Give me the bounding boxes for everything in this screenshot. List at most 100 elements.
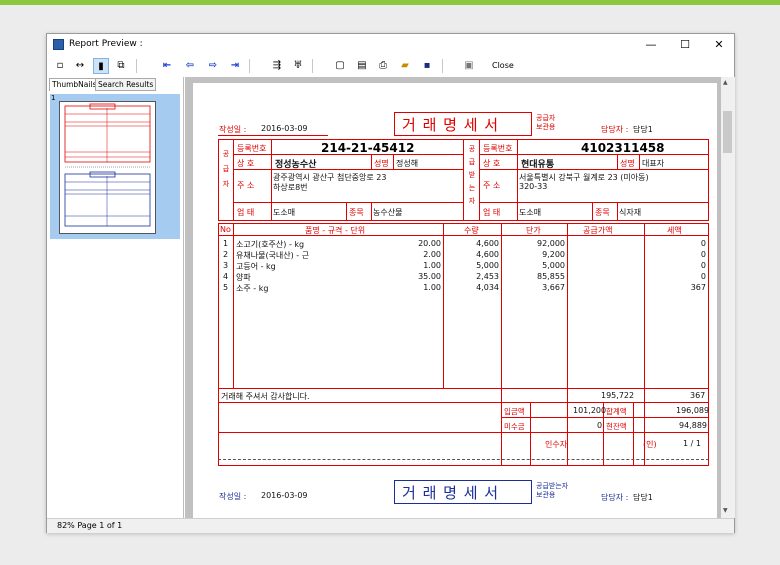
- invoice-title-copy2: 거 래 명 세 서: [402, 484, 500, 502]
- row-tax: 0: [700, 239, 706, 248]
- supplier-addr-label: 주 소: [237, 181, 255, 190]
- thumbnail-item[interactable]: 1: [50, 94, 180, 239]
- row-qty: 1.00: [423, 283, 441, 292]
- thanks-text: 거래해 주셔서 감사합니다.: [221, 392, 310, 401]
- first-page-icon[interactable]: ⇤: [159, 58, 175, 74]
- supplier-addr-line2: 하상로8번: [273, 183, 308, 192]
- row-tax: 367: [690, 283, 706, 292]
- supplier-item-label: 종목: [349, 208, 364, 217]
- maximize-button[interactable]: ☐: [668, 34, 702, 56]
- buyer-item-value: 식자재: [619, 208, 642, 217]
- cut-line: [218, 459, 709, 460]
- row-price: 4,600: [476, 250, 499, 259]
- sum-value: 196,089: [676, 406, 710, 415]
- status-bar: 82% Page 1 of 1: [47, 518, 734, 533]
- zoom-icon[interactable]: ↔: [72, 58, 88, 74]
- buyer-rep-value: 대표자: [642, 159, 665, 168]
- thumbnails-toggle-icon[interactable]: ▮: [93, 58, 109, 74]
- total-tax: 367: [690, 391, 706, 400]
- supplier-name-label: 상 호: [237, 159, 255, 168]
- row-qty: 2.00: [423, 250, 441, 259]
- supplier-rep-value: 정성해: [396, 159, 419, 168]
- row-supply: 85,855: [537, 272, 565, 281]
- row-qty: 20.00: [418, 239, 441, 248]
- window-title: Report Preview :: [69, 39, 143, 49]
- manager-label-copy2: 담당자 :: [601, 493, 629, 502]
- buyer-rep-label: 성명: [620, 159, 635, 168]
- print-icon[interactable]: ⎙: [375, 58, 391, 74]
- buyer-name-value: 현대유통: [521, 160, 555, 170]
- date-label-copy2: 작성일 :: [219, 492, 247, 501]
- row-price: 4,600: [476, 239, 499, 248]
- multi-page-icon[interactable]: ⧉: [113, 58, 129, 74]
- title-bar: Report Preview : — ☐ ✕: [47, 34, 734, 56]
- buyer-reg-label: 등록번호: [483, 144, 513, 153]
- col-price: 단가: [526, 226, 541, 235]
- manager-value-copy2: 담당1: [633, 493, 653, 502]
- row-price: 5,000: [476, 261, 499, 270]
- total-supply: 195,722: [601, 391, 635, 400]
- top-accent-bar: [0, 0, 780, 5]
- col-no: No: [220, 225, 231, 234]
- date-value: 2016-03-09: [261, 124, 308, 133]
- seal-label: (인): [643, 440, 657, 449]
- balance-value: 94,889: [679, 421, 707, 430]
- previous-page-icon[interactable]: ⇦: [182, 58, 198, 74]
- row-name: 소주 - kg: [236, 284, 269, 293]
- single-page-icon[interactable]: ▫: [52, 58, 68, 74]
- tab-search-results[interactable]: Search Results: [95, 78, 157, 91]
- last-page-icon[interactable]: ⇥: [227, 58, 243, 74]
- find-icon[interactable]: ♅: [290, 58, 306, 74]
- row-supply: 9,200: [542, 250, 565, 259]
- next-page-icon[interactable]: ⇨: [205, 58, 221, 74]
- app-icon: [53, 39, 64, 50]
- row-no: 2: [223, 250, 229, 259]
- row-qty: 35.00: [418, 272, 441, 281]
- manager-label: 담당자 :: [601, 125, 629, 134]
- goto-page-icon[interactable]: ⇶: [269, 58, 285, 74]
- tab-thumbnails[interactable]: ThumbNails: [49, 78, 100, 91]
- preview-pane: 작성일 : 2016-03-09 거 래 명 세 서 공급자 보관용 담당자 :…: [185, 77, 735, 518]
- supplier-item-value: 농수산물: [373, 208, 403, 217]
- row-no: 4: [223, 272, 229, 281]
- row-qty: 1.00: [423, 261, 441, 270]
- vertical-scrollbar[interactable]: ▲ ▼: [721, 77, 735, 518]
- row-supply: 5,000: [542, 261, 565, 270]
- manager-value: 담당1: [633, 125, 653, 134]
- sum-label: 합계액: [606, 407, 627, 416]
- supplier-section-label: 공급자: [222, 150, 230, 188]
- buyer-type-value: 도소매: [519, 208, 542, 217]
- buyer-addr-line2: 320-33: [519, 182, 548, 191]
- close-button[interactable]: Close: [492, 61, 514, 70]
- row-name: 유채나물(국내산) - 근: [236, 251, 310, 260]
- row-name: 소고기(호주산) - kg: [236, 240, 305, 249]
- export-icon[interactable]: ▤: [354, 58, 370, 74]
- settings-icon[interactable]: ▣: [461, 58, 477, 74]
- paid-label: 입금액: [504, 407, 525, 416]
- buyer-type-label: 업 태: [483, 208, 501, 217]
- invoice-title: 거 래 명 세 서: [402, 116, 500, 134]
- row-no: 3: [223, 261, 229, 270]
- open-icon[interactable]: ▰: [397, 58, 413, 74]
- close-window-button[interactable]: ✕: [702, 34, 736, 56]
- minimize-button[interactable]: —: [634, 34, 668, 56]
- copy2-type-bottom: 보관용: [536, 491, 556, 499]
- balance-label: 현잔액: [606, 422, 627, 431]
- page-setup-icon[interactable]: ▢: [332, 58, 348, 74]
- thumbnail-list: 1: [49, 92, 180, 516]
- col-tax: 세액: [667, 226, 682, 235]
- receiver-label: 인수자: [545, 440, 568, 449]
- row-tax: 0: [700, 272, 706, 281]
- buyer-name-label: 상 호: [483, 159, 501, 168]
- thumbnail-page-image: [59, 101, 156, 234]
- save-icon[interactable]: ▪: [419, 58, 435, 74]
- row-tax: 0: [700, 261, 706, 270]
- row-price: 4,034: [476, 283, 499, 292]
- supplier-reg-label: 등록번호: [237, 144, 267, 153]
- row-price: 2,453: [476, 272, 499, 281]
- report-page: 작성일 : 2016-03-09 거 래 명 세 서 공급자 보관용 담당자 :…: [193, 83, 717, 518]
- toolbar: ▫ ↔ ▮ ⧉ ⇤ ⇦ ⇨ ⇥ ⇶ ♅ ▢ ▤ ⎙ ▰ ▪ ▣ Close: [47, 56, 734, 76]
- report-preview-window: Report Preview : — ☐ ✕ ▫ ↔ ▮ ⧉ ⇤ ⇦ ⇨ ⇥ ⇶…: [46, 33, 735, 533]
- scrollbar-thumb[interactable]: [723, 111, 732, 153]
- paid-value: 101,200: [573, 406, 607, 415]
